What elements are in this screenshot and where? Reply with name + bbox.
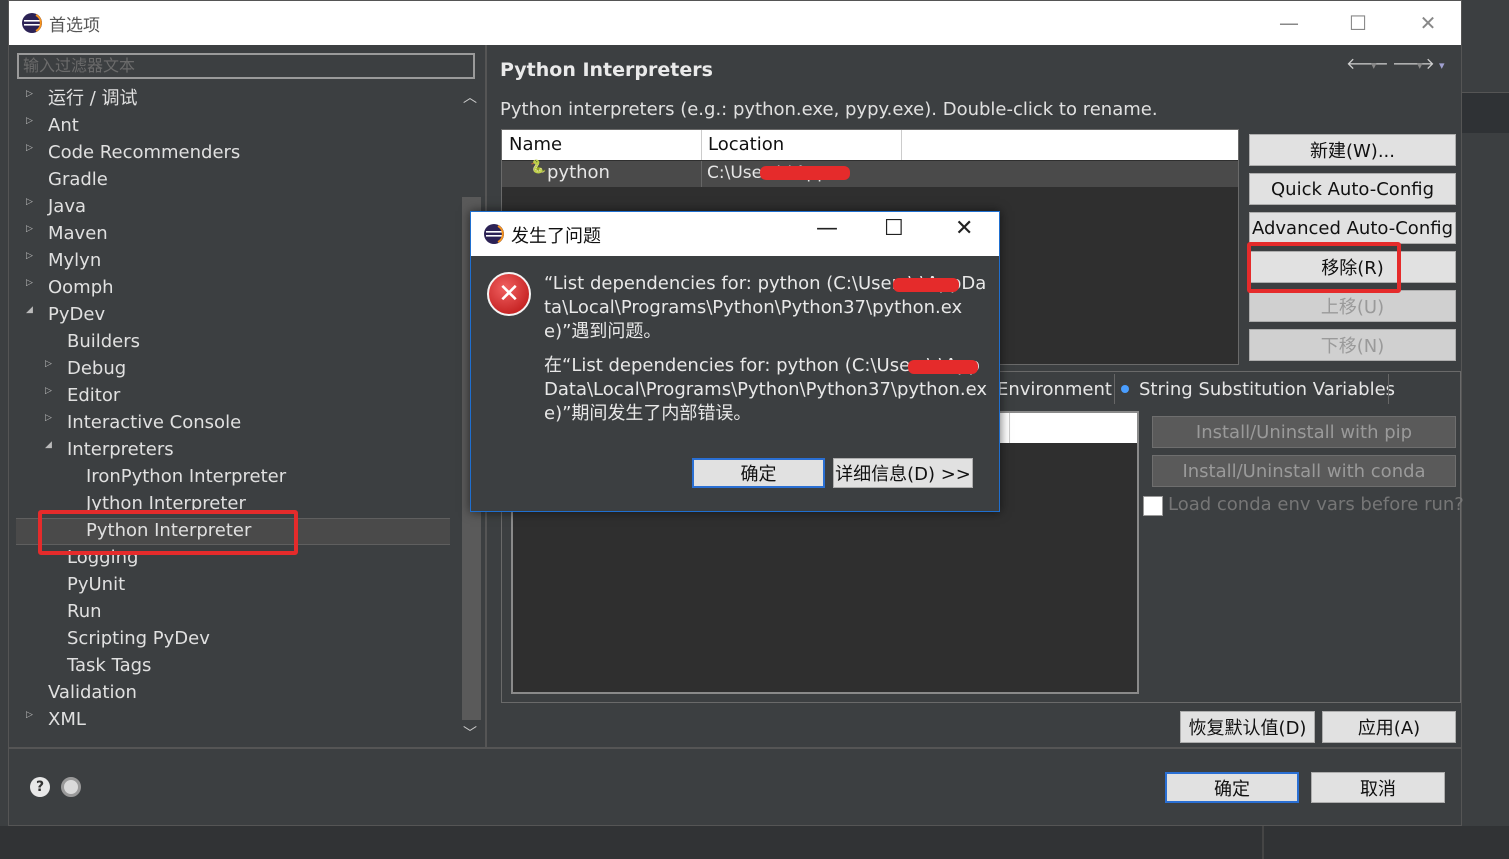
expand-arrow-icon[interactable]: ▷: [26, 702, 33, 729]
tree-item-label: Ant: [48, 115, 79, 136]
collapse-arrow-icon[interactable]: ◢: [26, 297, 33, 324]
expand-arrow-icon[interactable]: ▷: [45, 378, 52, 405]
column-name-header[interactable]: Name: [509, 134, 562, 155]
expand-arrow-icon[interactable]: ▷: [26, 108, 33, 135]
tree-item-label: Interactive Console: [67, 412, 242, 433]
window-title: 首选项: [49, 16, 100, 36]
filter-input[interactable]: 输入过滤器文本: [17, 53, 475, 79]
pip-install-button[interactable]: Install/Uninstall with pip: [1152, 416, 1456, 448]
footer-divider: [9, 747, 1461, 749]
table-row[interactable]: 🐍 python C:\Users\ \App...: [502, 160, 1238, 187]
page-description: Python interpreters (e.g.: python.exe, p…: [500, 99, 1158, 120]
tree-item-label: Scripting PyDev: [67, 628, 210, 649]
back-arrow-icon[interactable]: 🡐: [1346, 53, 1389, 73]
tree-item-label: Validation: [48, 682, 137, 703]
expand-arrow-icon[interactable]: ▷: [45, 351, 52, 378]
window-titlebar: 首选项 — ☐ ✕: [9, 1, 1461, 45]
column-location-header[interactable]: Location: [708, 134, 784, 155]
dialog-title: 发生了问题: [511, 226, 601, 247]
dialog-titlebar: 发生了问题 — ☐ ✕: [471, 212, 999, 256]
tree-item-label: Oomph: [48, 277, 114, 298]
collapse-arrow-icon[interactable]: ◢: [45, 432, 52, 459]
tree-item-label: Debug: [67, 358, 127, 379]
move-up-button[interactable]: 上移(U): [1249, 290, 1456, 322]
preferences-tree: ▷ 运行 / 调试 ▷ Ant ▷ Code Recommenders Gradle ▷ Jav…: [16, 85, 458, 747]
background-statusbar: [0, 826, 1509, 859]
tree-item-label: PyDev: [48, 304, 106, 325]
tree-item-label: Mylyn: [48, 250, 102, 271]
annotation-box-remove: [1247, 242, 1401, 293]
details-button[interactable]: 详细信息(D) >>: [833, 458, 973, 488]
interpreter-name: python: [547, 162, 610, 183]
minimize-button[interactable]: —: [1254, 1, 1324, 45]
ok-button[interactable]: 确定: [1165, 772, 1299, 803]
quick-auto-config-button[interactable]: Quick Auto-Config: [1249, 173, 1456, 205]
tree-item-label: Gradle: [48, 169, 108, 190]
dialog-close-button[interactable]: ✕: [955, 216, 973, 241]
tree-item-label: Task Tags: [67, 655, 152, 676]
tree-item-label: XML: [48, 709, 86, 730]
forward-arrow-icon[interactable]: 🡒: [1392, 53, 1435, 73]
expand-arrow-icon[interactable]: ▷: [45, 405, 52, 432]
scroll-down-icon[interactable]: ﹀: [463, 723, 477, 743]
eclipse-icon: [22, 13, 42, 33]
tree-item-label: Editor: [67, 385, 121, 406]
maximize-button[interactable]: ☐: [1323, 1, 1393, 45]
forward-dropdown-icon[interactable]: ▾: [1417, 59, 1423, 72]
expand-arrow-icon[interactable]: ▷: [26, 135, 33, 162]
tab-environment[interactable]: Environment: [997, 379, 1112, 400]
import-export-icon[interactable]: [61, 777, 81, 797]
conda-env-checkbox[interactable]: [1143, 496, 1163, 516]
tree-item-label: Code Recommenders: [48, 142, 241, 163]
expand-arrow-icon[interactable]: ▷: [26, 85, 33, 108]
dialog-maximize-button[interactable]: ☐: [884, 216, 904, 241]
tree-item-label: PyUnit: [67, 574, 126, 595]
view-menu-icon[interactable]: ▾: [1439, 59, 1445, 72]
conda-install-button[interactable]: Install/Uninstall with conda: [1152, 455, 1456, 487]
tab-string-substitution-variables[interactable]: String Substitution Variables: [1139, 379, 1395, 400]
tree-item-label: Java: [48, 196, 87, 217]
variables-tab-icon: [1121, 385, 1129, 393]
dialog-ok-button[interactable]: 确定: [692, 458, 825, 488]
error-dialog: 发生了问题 — ☐ ✕ ✕ “List dependencies for: py…: [470, 211, 1000, 512]
redaction-scribble: [760, 166, 850, 180]
background-ide: [1462, 0, 1509, 859]
tree-item-label: Maven: [48, 223, 108, 244]
eclipse-icon: [484, 224, 504, 244]
expand-arrow-icon[interactable]: ▷: [26, 243, 33, 270]
tree-item-label: Run: [67, 601, 102, 622]
python-icon: 🐍: [530, 160, 547, 175]
cancel-button[interactable]: 取消: [1311, 772, 1445, 803]
apply-button[interactable]: 应用(A): [1322, 711, 1456, 743]
expand-arrow-icon[interactable]: ▷: [26, 270, 33, 297]
annotation-box-python-interpreter: [38, 510, 298, 555]
help-icon[interactable]: ?: [30, 777, 50, 797]
tree-item-label: 运行 / 调试: [48, 88, 138, 109]
move-down-button[interactable]: 下移(N): [1249, 329, 1456, 361]
expand-arrow-icon[interactable]: ▷: [26, 189, 33, 216]
scroll-up-icon[interactable]: ︿: [463, 87, 477, 107]
new-button[interactable]: 新建(W)...: [1249, 134, 1456, 166]
conda-env-label: Load conda env vars before run?: [1168, 494, 1464, 515]
error-icon: ✕: [487, 272, 531, 316]
close-button[interactable]: ✕: [1393, 1, 1463, 45]
tree-item-label: IronPython Interpreter: [86, 466, 287, 487]
redaction-scribble: [908, 360, 978, 374]
page-title: Python Interpreters: [500, 59, 713, 81]
background-strip: [0, 0, 8, 859]
tree-item-label: Builders: [67, 331, 141, 352]
table-header: Name Location: [502, 130, 1238, 160]
advanced-auto-config-button[interactable]: Advanced Auto-Config: [1249, 212, 1456, 244]
restore-defaults-button[interactable]: 恢复默认值(D): [1180, 711, 1315, 743]
tree-item-label: Interpreters: [67, 439, 174, 460]
back-dropdown-icon[interactable]: ▾: [1371, 59, 1377, 72]
dialog-minimize-button[interactable]: —: [816, 216, 838, 241]
redaction-scribble: [893, 278, 959, 292]
expand-arrow-icon[interactable]: ▷: [26, 216, 33, 243]
